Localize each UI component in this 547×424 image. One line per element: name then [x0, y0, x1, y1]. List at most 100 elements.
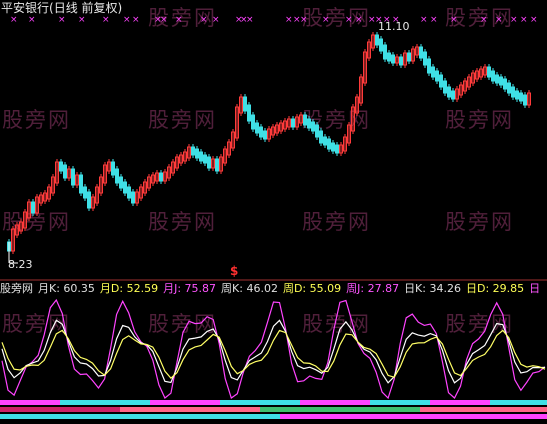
candle-body	[243, 96, 247, 112]
candle-body	[431, 66, 435, 78]
indicator-value: 月K: 60.35	[38, 282, 95, 295]
signal-x-icon: ×	[430, 15, 438, 25]
candle-body	[407, 52, 411, 62]
candle-body	[251, 114, 255, 130]
signal-x-icon: ×	[345, 15, 353, 25]
signal-x-icon: ×	[450, 15, 458, 25]
signal-x-icon: ×	[28, 15, 36, 25]
signal-x-icon: ×	[132, 15, 140, 25]
candle-body	[319, 130, 323, 144]
candle-body	[419, 46, 423, 59]
indicator-value: 周J: 27.87	[346, 282, 400, 295]
candle-body	[383, 44, 387, 60]
candle-body	[439, 74, 443, 88]
candle-body	[207, 156, 211, 169]
signal-bar	[420, 407, 547, 412]
candle-body	[495, 74, 499, 84]
event-marker-icon[interactable]: $	[230, 265, 238, 277]
signal-x-icon: ×	[200, 15, 208, 25]
candle-body	[311, 121, 315, 132]
signal-markers: × × × × × × × ×× × × × ××× × × × × × × × × × × × × × × × × × ×	[10, 15, 538, 25]
candle-body	[203, 154, 207, 164]
candle-body	[519, 92, 523, 102]
signal-bar	[150, 400, 220, 405]
signal-bar	[430, 400, 490, 405]
candle-body	[443, 80, 447, 94]
candle-body	[87, 191, 91, 209]
candlestick-series[interactable]	[7, 32, 531, 254]
indicator-value: 月J: 75.87	[163, 282, 217, 295]
signal-bar	[120, 407, 260, 412]
candle-body	[115, 168, 119, 184]
candle-body	[63, 164, 67, 179]
candle-body	[259, 126, 263, 138]
signal-bar	[280, 414, 547, 419]
signal-x-icon: ×	[160, 15, 168, 25]
signal-x-icon: ×	[78, 15, 86, 25]
candle-body	[323, 136, 327, 146]
signal-x-icon: ×	[212, 15, 220, 25]
kdj-indicator-pane[interactable]	[1, 298, 546, 400]
candle-body	[507, 82, 511, 94]
indicator-value: 日	[529, 282, 541, 295]
signal-x-icon: ×	[355, 15, 363, 25]
signal-bar	[260, 407, 420, 412]
j-line	[1, 298, 546, 400]
candle-body	[119, 176, 123, 189]
candle-body	[435, 70, 439, 82]
signal-bar	[490, 400, 547, 405]
signal-bar	[0, 414, 280, 419]
candle-body	[263, 130, 267, 140]
d-line	[1, 329, 546, 380]
candle-body	[307, 118, 311, 129]
candle-body	[487, 66, 491, 78]
candle-body	[423, 51, 427, 66]
signal-x-icon: ×	[102, 15, 110, 25]
signal-bar	[60, 400, 150, 405]
signal-x-icon: ×	[520, 15, 528, 25]
candle-body	[427, 58, 431, 74]
candle-body	[127, 186, 131, 199]
candle-body	[71, 168, 75, 186]
signal-x-icon: ×	[300, 15, 308, 25]
candle-body	[447, 86, 451, 98]
candle-body	[131, 191, 135, 204]
candle-body	[375, 34, 379, 46]
candle-body	[79, 174, 83, 194]
indicator-values-row: 股旁网 月K: 60.35 月D: 52.59 月J: 75.87 周K: 46.02 周…	[0, 283, 545, 295]
candle-body	[31, 201, 35, 214]
candle-body	[303, 114, 307, 126]
indicator-value: 日D: 29.85	[465, 282, 525, 295]
candle-body	[159, 172, 163, 182]
candle-body	[335, 144, 339, 154]
candle-body	[195, 148, 199, 159]
candle-body	[451, 90, 455, 100]
candle-body	[491, 70, 495, 82]
signal-x-icon: ×	[420, 15, 428, 25]
candle-body	[387, 52, 391, 62]
stock-name: 平安银行	[1, 1, 50, 15]
candle-body	[83, 186, 87, 199]
candle-body	[315, 124, 319, 138]
signal-x-icon: ×	[510, 15, 518, 25]
indicator-value: 日K: 34.26	[404, 282, 461, 295]
candle-body	[331, 142, 335, 152]
candle-body	[327, 138, 331, 150]
candle-body	[391, 54, 395, 64]
signal-x-icon: ×	[285, 15, 293, 25]
indicator-value: 月D: 52.59	[99, 282, 159, 295]
candle-body	[59, 161, 63, 172]
candle-body	[379, 38, 383, 52]
candle-body	[515, 90, 519, 100]
stock-chart[interactable]: × × × × × × × ×× × × × ××× × × × × × × × × × × × × × × × × × ×	[0, 0, 547, 424]
signal-bars	[0, 400, 547, 419]
candle-body	[399, 56, 403, 66]
candle-body	[499, 76, 503, 86]
signal-bar	[0, 407, 120, 412]
candle-body	[523, 94, 527, 106]
chart-period: (日线 前复权)	[49, 1, 123, 15]
candle-body	[215, 158, 219, 172]
candle-body	[111, 161, 115, 176]
high-price-label: 11.10	[378, 20, 410, 33]
indicator-value: 周K: 46.02	[221, 282, 278, 295]
